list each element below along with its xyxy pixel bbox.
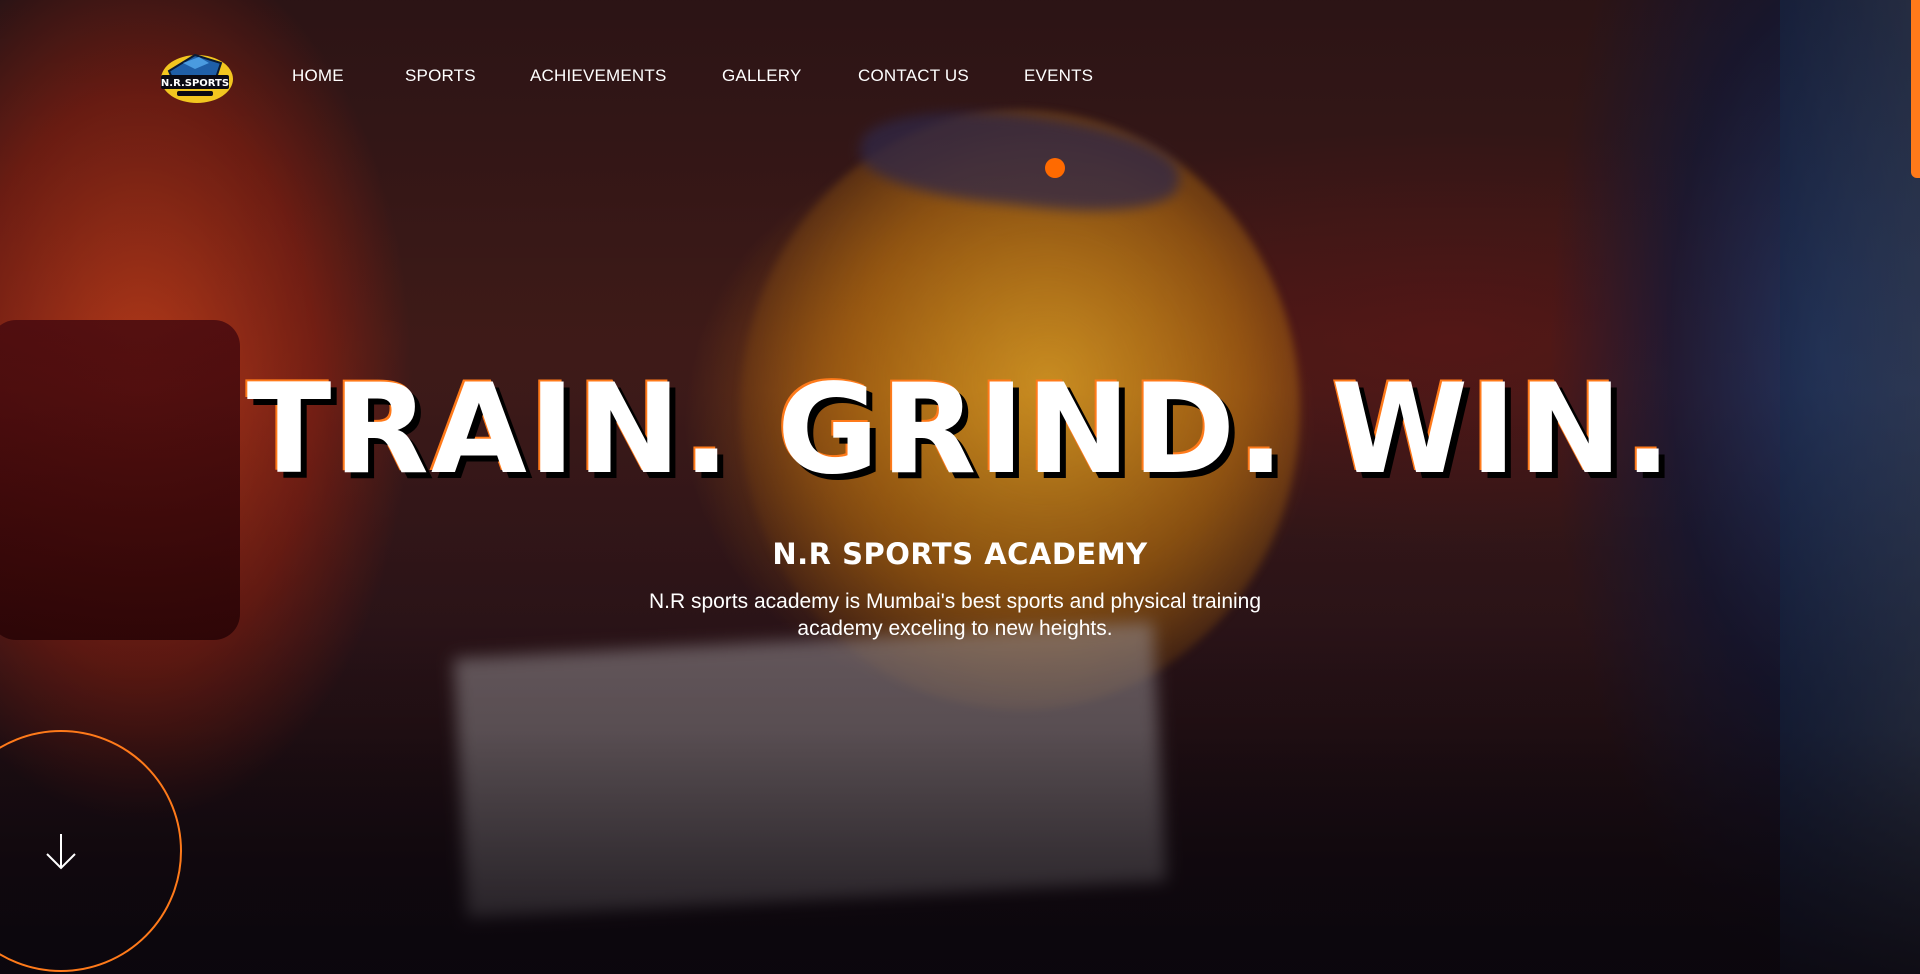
nav-item-contact-us[interactable]: CONTACT US [858, 66, 969, 86]
scrollbar-thumb[interactable] [1911, 0, 1920, 178]
brand-logo[interactable]: N.R.SPORTS [155, 45, 235, 107]
logo-text: N.R.SPORTS [161, 78, 229, 89]
hero-description: N.R sports academy is Mumbai's best spor… [648, 590, 1262, 640]
nav-item-achievements[interactable]: ACHIEVEMENTS [530, 66, 667, 86]
nav-item-home[interactable]: HOME [292, 66, 344, 86]
hero-subtitle: N.R SPORTS ACADEMY [772, 537, 1148, 571]
nav-item-gallery[interactable]: GALLERY [722, 66, 802, 86]
hero-headline: TRAIN. GRIND. WIN. [246, 358, 1674, 502]
nav-item-sports[interactable]: SPORTS [405, 66, 476, 86]
arrow-down-icon [46, 834, 76, 870]
nav-item-events[interactable]: EVENTS [1024, 66, 1093, 86]
nav-active-indicator [1045, 158, 1065, 178]
hero-section: N.R.SPORTS HOME SPORTS ACHIEVEMENTS GALL… [0, 0, 1920, 974]
logo-icon: N.R.SPORTS [161, 53, 233, 103]
